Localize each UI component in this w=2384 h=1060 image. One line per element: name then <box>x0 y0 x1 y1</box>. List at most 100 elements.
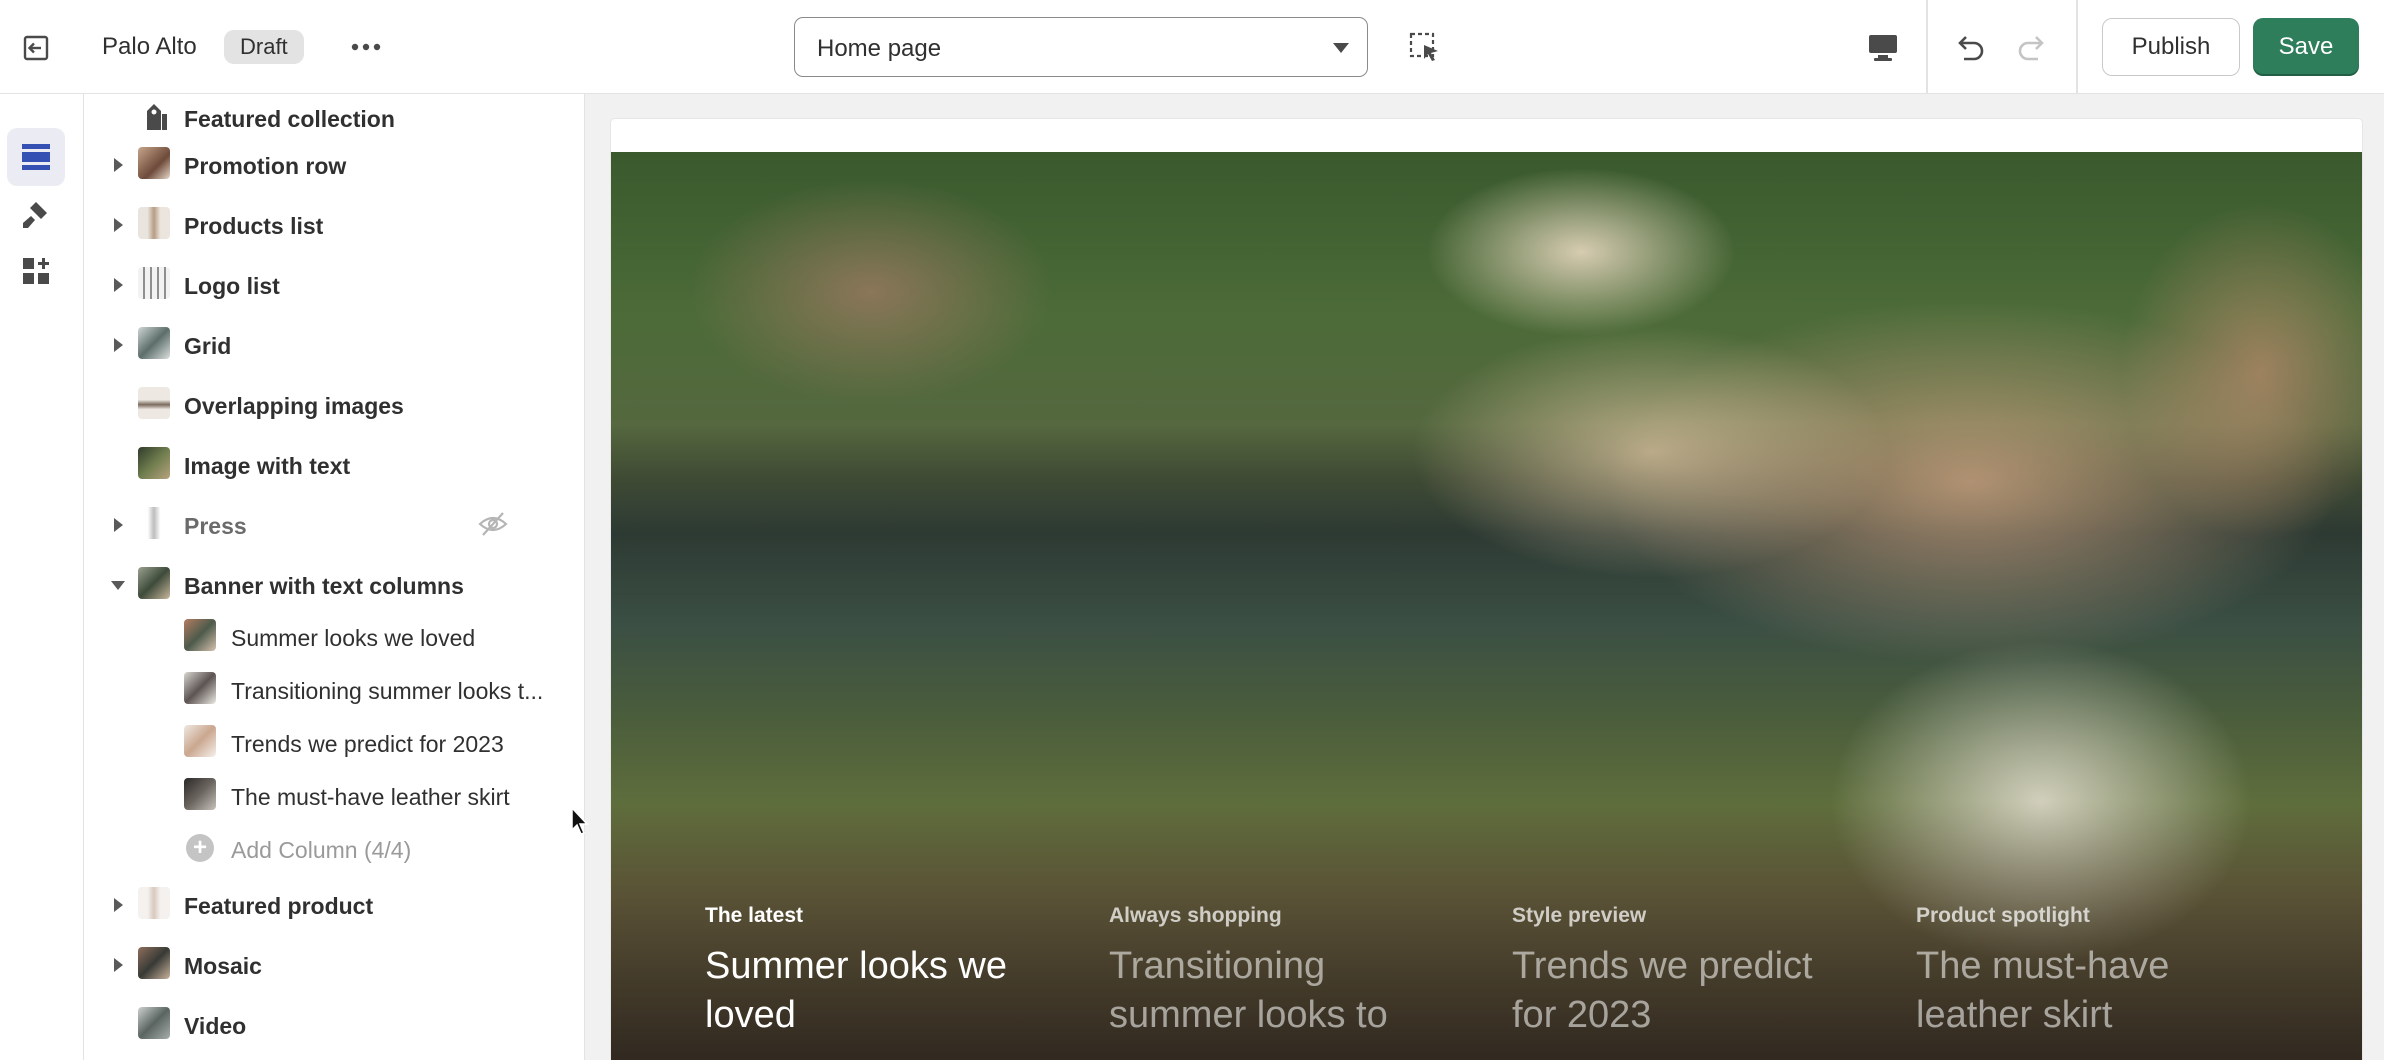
store-name: Palo Alto <box>102 33 197 60</box>
section-label: Products list <box>184 213 324 239</box>
more-horizontal-icon <box>351 43 381 51</box>
section-products-list[interactable]: Products list <box>84 198 584 250</box>
section-label: Banner with text columns <box>184 573 464 599</box>
undo-icon <box>1958 36 1984 61</box>
section-label: Grid <box>184 333 232 359</box>
section-label: Video <box>184 1013 247 1039</box>
section-thumbnail <box>138 1007 170 1039</box>
section-label: Overlapping images <box>184 393 404 419</box>
section-image-with-text[interactable]: Image with text <box>84 438 584 490</box>
eye-hidden-icon[interactable] <box>478 511 508 537</box>
page-selector[interactable]: Home page <box>794 17 1368 77</box>
block-label: Transitioning summer looks t... <box>231 678 544 704</box>
section-thumbnail <box>138 507 170 539</box>
more-actions-button[interactable] <box>344 28 388 66</box>
section-video[interactable]: Video <box>84 998 584 1050</box>
desktop-view-button[interactable] <box>1862 27 1904 69</box>
inspect-button[interactable] <box>1404 27 1446 69</box>
section-label: Promotion row <box>184 153 347 179</box>
block-item[interactable]: Trends we predict for 2023 <box>84 716 584 768</box>
block-thumbnail <box>184 619 216 651</box>
plus-circle-icon: + <box>186 834 214 862</box>
column-heading-line: Transitioning <box>1109 945 1326 987</box>
block-item[interactable]: Transitioning summer looks t... <box>84 663 584 715</box>
collection-icon <box>138 100 170 132</box>
section-grid[interactable]: Grid <box>84 318 584 370</box>
toolbar-divider <box>1926 0 1928 94</box>
block-item[interactable]: Summer looks we loved <box>84 610 584 662</box>
section-label: Featured product <box>184 893 374 919</box>
section-banner-with-text-columns[interactable]: Banner with text columns <box>84 558 584 610</box>
publish-button[interactable]: Publish <box>2102 18 2240 76</box>
column-heading-line: Summer looks we <box>705 945 1007 987</box>
chevron-down-icon <box>1333 43 1349 53</box>
column-heading: Trends we predict for 2023 <box>1512 942 1912 1040</box>
block-thumbnail <box>184 725 216 757</box>
section-featured-collection[interactable]: Featured collection <box>84 94 584 143</box>
exit-icon <box>23 35 49 61</box>
inspect-select-icon <box>1409 32 1438 61</box>
section-thumbnail <box>138 207 170 239</box>
preview-canvas[interactable]: The latest Summer looks we loved Always … <box>611 119 2362 1060</box>
theme-settings-tab[interactable] <box>7 186 65 244</box>
expand-arrow-icon[interactable] <box>114 158 123 172</box>
section-thumbnail <box>138 447 170 479</box>
section-press[interactable]: Press <box>84 498 584 550</box>
column-eyebrow: The latest <box>705 904 804 927</box>
section-label: Logo list <box>184 273 280 299</box>
banner-column[interactable]: The latest Summer looks we loved <box>705 904 1105 1040</box>
exit-button[interactable] <box>15 27 57 69</box>
expand-arrow-icon[interactable] <box>114 338 123 352</box>
sections-tab[interactable] <box>7 128 65 186</box>
column-heading-line: for 2023 <box>1512 994 1652 1036</box>
expand-arrow-icon[interactable] <box>114 278 123 292</box>
section-logo-list[interactable]: Logo list <box>84 258 584 310</box>
paintbrush-icon <box>23 202 47 228</box>
column-heading: Transitioning summer looks to <box>1109 942 1509 1040</box>
section-thumbnail <box>138 947 170 979</box>
redo-icon <box>2018 36 2044 61</box>
banner-column[interactable]: Style preview Trends we predict for 2023 <box>1512 904 1912 1040</box>
block-item[interactable]: The must-have leather skirt <box>84 769 584 821</box>
expand-arrow-icon[interactable] <box>114 958 123 972</box>
section-thumbnail <box>138 147 170 179</box>
editor-topbar: Palo Alto Draft Home page Publish Save <box>0 0 2384 94</box>
expand-arrow-icon[interactable] <box>114 218 123 232</box>
editor-icon-rail <box>0 94 84 1060</box>
column-eyebrow: Style preview <box>1512 904 1647 927</box>
apps-tab[interactable] <box>7 242 65 300</box>
section-promotion-row[interactable]: Promotion row <box>84 138 584 190</box>
add-column-label: Add Column (4/4) <box>231 837 412 863</box>
apps-icon <box>23 258 49 284</box>
section-label: Mosaic <box>184 953 262 979</box>
section-thumbnail <box>138 887 170 919</box>
banner-hero-image[interactable]: The latest Summer looks we loved Always … <box>611 152 2362 1060</box>
section-thumbnail <box>138 267 170 299</box>
section-label: Image with text <box>184 453 351 479</box>
collapse-arrow-icon[interactable] <box>111 581 125 590</box>
section-mosaic[interactable]: Mosaic <box>84 938 584 990</box>
section-overlapping-images[interactable]: Overlapping images <box>84 378 584 430</box>
undo-button[interactable] <box>1949 27 1991 69</box>
status-badge: Draft <box>224 30 304 64</box>
page-selector-value: Home page <box>817 35 942 62</box>
save-button[interactable]: Save <box>2253 18 2359 76</box>
banner-column[interactable]: Always shopping Transitioning summer loo… <box>1109 904 1509 1040</box>
add-column-button[interactable]: + Add Column (4/4) <box>84 822 584 874</box>
redo-button[interactable] <box>2011 27 2053 69</box>
column-heading-line: loved <box>705 994 796 1036</box>
block-label: The must-have leather skirt <box>231 784 510 810</box>
sections-sidebar: Featured collection Promotion row Produc… <box>84 94 585 1060</box>
block-thumbnail <box>184 672 216 704</box>
banner-column[interactable]: Product spotlight The must-have leather … <box>1916 904 2316 1040</box>
column-eyebrow: Product spotlight <box>1916 904 2090 927</box>
expand-arrow-icon[interactable] <box>114 898 123 912</box>
column-heading-line: leather skirt <box>1916 994 2113 1036</box>
block-thumbnail <box>184 778 216 810</box>
desktop-icon <box>1869 35 1897 61</box>
column-heading: The must-have leather skirt <box>1916 942 2316 1040</box>
column-heading-line: The must-have <box>1916 945 2170 987</box>
expand-arrow-icon[interactable] <box>114 518 123 532</box>
section-featured-product[interactable]: Featured product <box>84 878 584 930</box>
mouse-cursor-icon <box>571 806 589 835</box>
